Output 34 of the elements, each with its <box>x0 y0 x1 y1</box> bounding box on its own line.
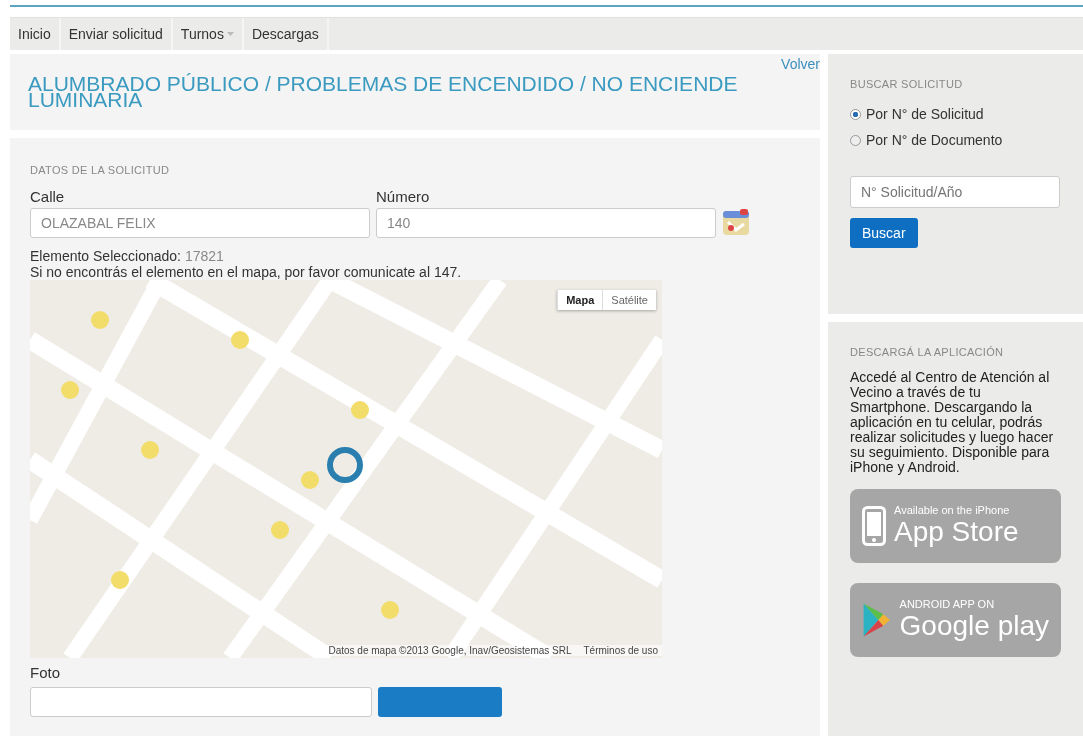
field-label: Número <box>376 188 431 205</box>
caret-icon <box>226 32 234 36</box>
radio-label: Por N° de Documento <box>866 132 1003 148</box>
nav-link[interactable]: Inicio <box>10 18 61 50</box>
back-link[interactable]: Volver <box>781 56 820 72</box>
radio-label: Por N° de Solicitud <box>866 106 984 122</box>
badge-title: Google play <box>899 610 1049 642</box>
help-text: Si no encontrás el elemento en el mapa, por favor comunicate al 147. <box>30 264 463 280</box>
search-field[interactable]: N° Solicitud/Año <box>850 176 1060 208</box>
input-field[interactable]: OLAZABAL FELIX <box>30 208 370 238</box>
terms-link[interactable]: Términos de uso <box>583 645 658 656</box>
badge-title: App Store <box>894 516 1019 548</box>
input-field[interactable]: 140 <box>376 208 716 238</box>
map-attribution: Datos de mapa ©2013 Google, Inav/Geosistemas SRL <box>328 645 572 656</box>
app-description: Accedé al Centro de Atención al Vecino a través de tu Smartphone. Descargando la aplicación en tu celular, podrás realizar solicitudes y luego hacer su seguimiento. Disponible para iPhone y Android. <box>850 370 1055 475</box>
map-type-button[interactable]: Mapa <box>557 290 603 310</box>
phone-icon <box>862 506 886 546</box>
section-heading: DATOS DE LA SOLICITUD <box>30 164 171 176</box>
map-type-button[interactable]: Satélite <box>602 290 656 310</box>
nav-link[interactable]: Turnos <box>172 18 244 50</box>
field-label: Foto <box>30 664 61 681</box>
radio-button[interactable] <box>850 134 861 146</box>
badge-caption: Available on the iPhone <box>894 504 1011 516</box>
field-label: Calle <box>30 188 66 205</box>
section-heading: DESCARGÁ LA APLICACIÓN <box>850 346 1005 358</box>
nav-link[interactable]: Enviar solicitud <box>60 18 173 50</box>
search-button[interactable]: Buscar <box>850 218 918 248</box>
radio-button[interactable] <box>850 108 861 120</box>
map-icon[interactable] <box>722 208 750 236</box>
section-heading: BUSCAR SOLICITUD <box>850 78 964 90</box>
selected-element-text: Elemento Seleccionado: 17821 <box>30 248 225 264</box>
nav-link[interactable]: Descargas <box>243 18 329 50</box>
badge-caption: ANDROID APP ON <box>899 598 996 610</box>
file-field[interactable] <box>30 687 372 717</box>
